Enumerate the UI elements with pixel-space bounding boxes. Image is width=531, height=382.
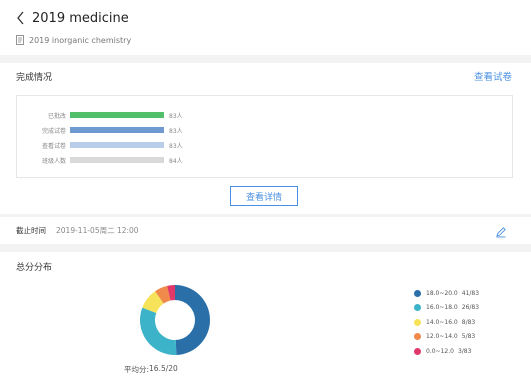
back-button[interactable] (16, 8, 30, 28)
donut-slice-1[interactable] (140, 307, 177, 355)
bar-label: 查看试卷 (41, 142, 66, 150)
page-header: 2019 medicine (16, 8, 129, 28)
legend-dot (414, 318, 421, 326)
view-details-button[interactable]: 查看详情 (230, 186, 298, 206)
completion-section-title: 完成情况 (16, 73, 53, 83)
score-distribution-title: 总分分布 (16, 263, 53, 273)
score-donut-chart (140, 285, 210, 355)
bar-value: 83人 (169, 142, 183, 150)
average-value: 16.5/20 (149, 364, 178, 373)
bar-track (70, 142, 164, 148)
legend-count: 41/83 (461, 289, 480, 297)
deadline-row: 截止时间 2019-11-05周二 12:00 (16, 223, 139, 237)
bar-fill (70, 112, 164, 118)
page-title: 2019 medicine (32, 10, 129, 26)
paper-subtitle: 2019 inorganic chemistry (16, 34, 131, 46)
legend-count: 26/83 (461, 304, 480, 311)
completion-bar-row: 班级人数 84人 (17, 155, 183, 165)
legend-item: 18.0~20.0 41/83 (414, 288, 479, 298)
bar-track (70, 157, 164, 163)
section-divider (0, 214, 531, 217)
subtitle-text: 2019 inorganic chemistry (29, 35, 132, 45)
chevron-left-icon (17, 11, 24, 25)
bar-fill (70, 142, 164, 148)
legend-dot (414, 289, 421, 297)
bar-label: 班级人数 (41, 157, 66, 165)
legend-range: 12.0~14.0 (426, 333, 458, 340)
bar-value: 83人 (169, 112, 183, 120)
legend-dot (414, 304, 421, 311)
legend-range: 16.0~18.0 (426, 304, 458, 311)
completion-bar-row: 查看试卷 83人 (17, 140, 183, 150)
pencil-icon (496, 227, 506, 238)
section-divider (0, 55, 531, 63)
legend-dot (414, 333, 421, 340)
edit-deadline-button[interactable] (495, 223, 507, 238)
legend-range: 0.0~12.0 (426, 347, 454, 355)
bar-label: 完成试卷 (41, 127, 66, 135)
bar-value: 83人 (169, 127, 183, 135)
completion-bar-row: 已批改 83人 (17, 110, 183, 120)
legend-dot (414, 347, 421, 355)
document-icon (16, 35, 24, 45)
legend-range: 14.0~16.0 (426, 318, 458, 326)
completion-bar-row: 完成试卷 83人 (17, 125, 183, 135)
bar-fill (70, 157, 164, 163)
legend-item: 16.0~18.0 26/83 (414, 303, 479, 313)
legend-item: 14.0~16.0 8/83 (414, 317, 475, 327)
deadline-value: 2019-11-05周二 12:00 (56, 225, 139, 235)
legend-count: 5/83 (461, 333, 476, 340)
average-score: 平均分: 16.5/20 (124, 364, 178, 375)
legend-item: 12.0~14.0 5/83 (414, 332, 475, 342)
section-divider (0, 244, 531, 252)
donut-slice-0[interactable] (175, 285, 210, 355)
deadline-label: 截止时间 (16, 225, 46, 235)
legend-count: 3/83 (457, 347, 472, 355)
bar-value: 84人 (169, 157, 183, 165)
bar-fill (70, 127, 164, 133)
bar-label: 已批改 (47, 112, 66, 120)
average-label: 平均分: (124, 365, 150, 374)
completion-card: 已批改 83人 完成试卷 83人 查看试卷 83人 班级人数 84人 (16, 95, 513, 178)
bar-track (70, 127, 164, 133)
view-paper-link[interactable]: 查看试卷 (474, 69, 512, 83)
legend-item: 0.0~12.0 3/83 (414, 346, 471, 356)
bar-track (70, 112, 164, 118)
legend-range: 18.0~20.0 (426, 289, 458, 297)
legend-count: 8/83 (461, 318, 476, 326)
